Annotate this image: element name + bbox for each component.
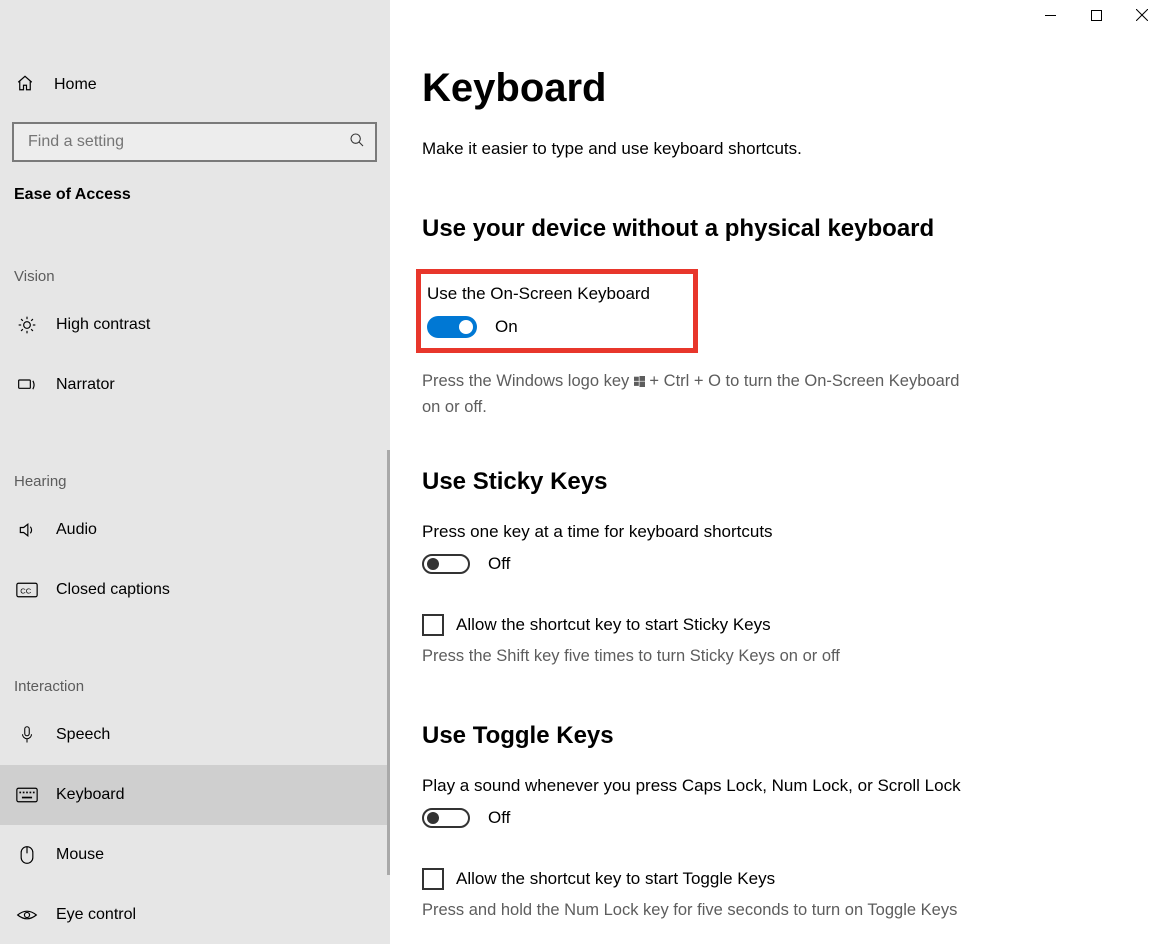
onscreen-keyboard-toggle[interactable] [427, 316, 477, 338]
sun-icon [16, 315, 38, 335]
sidebar-item-narrator[interactable]: Narrator [0, 355, 390, 415]
onscreen-keyboard-state: On [495, 317, 518, 337]
closed-captions-icon: CC [16, 582, 38, 598]
sidebar-home-label: Home [54, 76, 97, 94]
sidebar-item-label: Keyboard [56, 786, 125, 804]
narrator-icon [16, 375, 38, 395]
toggle-keys-hint: Press and hold the Num Lock key for five… [422, 898, 962, 924]
sidebar-group-interaction: Interaction [0, 672, 390, 705]
sticky-keys-state: Off [488, 554, 510, 574]
sidebar-category: Ease of Access [0, 180, 390, 210]
onscreen-keyboard-label: Use the On-Screen Keyboard [427, 284, 679, 304]
toggle-keys-shortcut-label: Allow the shortcut key to start Toggle K… [456, 869, 775, 889]
minimize-button[interactable] [1027, 0, 1073, 30]
toggle-keys-label: Play a sound whenever you press Caps Loc… [422, 776, 1125, 796]
sidebar-item-label: Closed captions [56, 581, 170, 599]
onscreen-keyboard-hint: Press the Windows logo key + Ctrl + O to… [422, 369, 962, 420]
sidebar-item-label: Narrator [56, 376, 115, 394]
keyboard-icon [16, 787, 38, 803]
sidebar-item-label: Mouse [56, 846, 104, 864]
sidebar-group-hearing: Hearing [0, 467, 390, 500]
maximize-button[interactable] [1073, 0, 1119, 30]
sidebar-item-keyboard[interactable]: Keyboard [0, 765, 390, 825]
toggle-keys-toggle[interactable] [422, 808, 470, 828]
sidebar-home[interactable]: Home [0, 58, 390, 112]
search-box[interactable] [12, 122, 377, 162]
sidebar-scrollbar[interactable] [387, 450, 390, 875]
toggle-keys-shortcut-checkbox[interactable] [422, 868, 444, 890]
page-title: Keyboard [422, 66, 1125, 111]
section-heading-sticky: Use Sticky Keys [422, 468, 1125, 496]
microphone-icon [16, 725, 38, 745]
close-button[interactable] [1119, 0, 1165, 30]
sticky-keys-toggle[interactable] [422, 554, 470, 574]
section-heading-toggle: Use Toggle Keys [422, 722, 1125, 750]
sidebar-group-vision: Vision [0, 262, 390, 295]
search-icon [349, 132, 365, 153]
section-heading-device: Use your device without a physical keybo… [422, 215, 1125, 243]
sidebar: Home Ease of Access Vision High contrast… [0, 0, 390, 944]
highlight-annotation: Use the On-Screen Keyboard On [416, 269, 698, 353]
eye-icon [16, 907, 38, 923]
sticky-keys-label: Press one key at a time for keyboard sho… [422, 522, 1125, 542]
sidebar-item-audio[interactable]: Audio [0, 500, 390, 560]
home-icon [16, 74, 36, 97]
sidebar-item-speech[interactable]: Speech [0, 705, 390, 765]
sidebar-item-high-contrast[interactable]: High contrast [0, 295, 390, 355]
sidebar-item-label: High contrast [56, 316, 150, 334]
svg-text:CC: CC [20, 586, 31, 595]
main-content: Keyboard Make it easier to type and use … [390, 0, 1165, 944]
mouse-icon [16, 845, 38, 865]
sticky-keys-hint: Press the Shift key five times to turn S… [422, 644, 962, 670]
sidebar-item-label: Audio [56, 521, 97, 539]
sidebar-item-label: Eye control [56, 906, 136, 924]
page-subtitle: Make it easier to type and use keyboard … [422, 139, 1125, 159]
toggle-keys-state: Off [488, 808, 510, 828]
sidebar-item-mouse[interactable]: Mouse [0, 825, 390, 885]
search-input[interactable] [28, 133, 331, 151]
sticky-keys-shortcut-checkbox[interactable] [422, 614, 444, 636]
sidebar-item-closed-captions[interactable]: CC Closed captions [0, 560, 390, 620]
sidebar-item-label: Speech [56, 726, 110, 744]
audio-icon [16, 520, 38, 540]
sidebar-item-eye-control[interactable]: Eye control [0, 885, 390, 945]
sticky-keys-shortcut-label: Allow the shortcut key to start Sticky K… [456, 615, 771, 635]
windows-logo-icon [634, 370, 645, 381]
